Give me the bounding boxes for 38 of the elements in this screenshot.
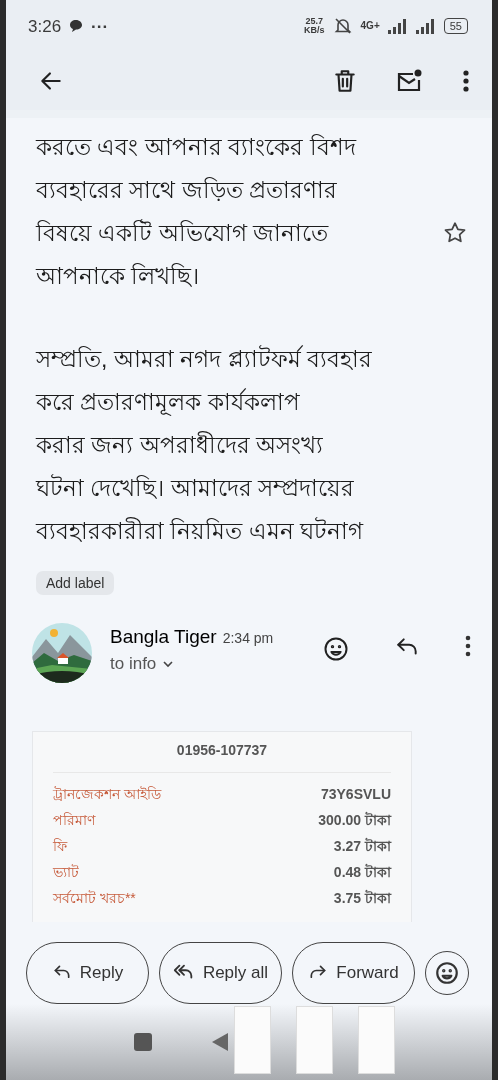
status-overflow: ···: [91, 17, 109, 35]
mail-dot-icon: [396, 68, 424, 94]
bell-muted-icon: [332, 17, 353, 35]
message-paragraph: সম্প্রতি, আমরা নগদ প্ল্যাটফর্ম ব্যবহার করে প্রতারণামূলক কার্যকলাপ করার জন্য অপরাধীদের অসংখ্য ঘটনা দেখেছি। আমাদের সম্প্রদায়ের ব্যবহারকারীরা নিয়মিত এমন ঘটনাগ: [36, 344, 372, 546]
network-speed: 25.7 KB/s: [304, 17, 325, 35]
emoji-icon: [322, 635, 350, 663]
more-icon: [462, 69, 470, 93]
trash-icon: [332, 68, 358, 94]
signal-icon: [387, 18, 408, 34]
emoji-icon: [434, 960, 460, 986]
add-label-chip[interactable]: Add label: [36, 571, 115, 595]
chevron-down-icon: [162, 660, 175, 668]
status-time: 3:26: [28, 17, 62, 35]
screenshot-thumbnail: [296, 1006, 333, 1074]
receipt-label: ট্রানজেকশন আইডি: [53, 785, 161, 804]
receipt-value: 3.27 টাকা: [333, 837, 391, 856]
message-paragraph: করতে এবং আপনার ব্যাংকের বিশদ ব্যবহারের সাথে জড়িত প্রতারণার বিষয়ে একটি অভিযোগ জানাতে আপনাকে লিখছি।: [36, 133, 356, 291]
back-triangle-icon[interactable]: [212, 1033, 228, 1051]
more-icon: [464, 635, 472, 657]
signal-icon: [415, 18, 436, 34]
network-type: 4G+: [360, 21, 380, 31]
receipt-phone: 01956-107737: [53, 742, 391, 773]
receipt-label: ফি: [53, 837, 67, 856]
receipt-value: 3.75 টাকা: [333, 889, 391, 908]
receipt-label: সর্বমোট খরচ**: [53, 889, 136, 908]
landscape-avatar: [32, 623, 92, 683]
receipt-value: 73Y6SVLU: [320, 785, 391, 804]
chat-icon: [69, 19, 84, 33]
receipt-label: পরিমাণ: [53, 811, 95, 830]
screenshot-thumbnail: [234, 1006, 271, 1074]
battery-level: 55: [443, 18, 468, 34]
sent-time: 2:34 pm: [222, 631, 274, 645]
sender-name: Bangla Tiger: [110, 627, 217, 646]
screenshot-thumbnail: [358, 1006, 395, 1074]
receipt-value: 300.00 টাকা: [318, 811, 391, 830]
receipt-label: ভ্যাট: [53, 863, 79, 882]
recipient-toggle[interactable]: to info: [110, 654, 300, 674]
receipt-value: 0.48 টাকা: [333, 863, 391, 882]
